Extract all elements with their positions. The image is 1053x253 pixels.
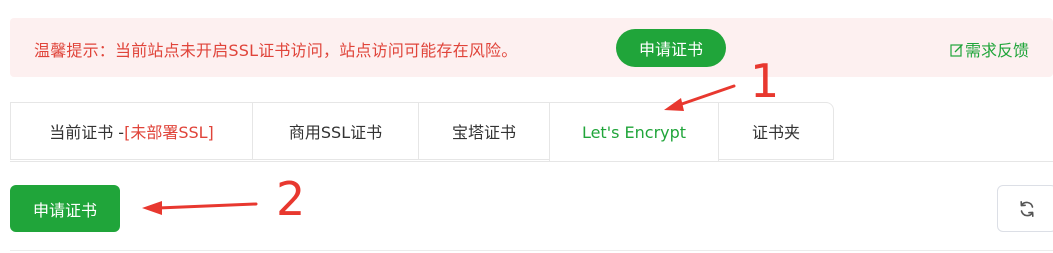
tab-label: 商用SSL证书 [288,123,383,142]
tab-label: 证书夹 [751,123,800,142]
tab-label: 当前证书 - [49,123,125,142]
annotation-step-2: 2 [276,172,306,226]
annotation-step-1: 1 [750,54,780,108]
tab-lets-encrypt[interactable]: Let's Encrypt [549,102,719,162]
tab-commercial-ssl[interactable]: 商用SSL证书 [252,102,419,160]
tabs-divider [10,161,1053,162]
tab-label: Let's Encrypt [581,122,687,142]
ssl-warning-banner: 温馨提示：当前站点未开启SSL证书访问，站点访问可能存在风险。 申请证书 需求反… [10,18,1053,77]
banner-message: 温馨提示：当前站点未开启SSL证书访问，站点访问可能存在风险。 [34,41,518,60]
tab-baota-certificate[interactable]: 宝塔证书 [418,102,550,160]
refresh-icon [1020,200,1034,217]
tab-current-certificate[interactable]: 当前证书 - [未部署SSL] [10,102,253,160]
banner-apply-certificate-button[interactable]: 申请证书 [616,29,726,67]
tab-certificate-folder[interactable]: 证书夹 [718,102,834,160]
tab-label: 宝塔证书 [451,123,516,142]
apply-certificate-button[interactable]: 申请证书 [10,185,120,232]
annotation-arrow-2 [142,201,258,215]
feedback-link[interactable]: 需求反馈 [950,37,1029,61]
tab-status-undeployed: [未部署SSL] [124,123,214,142]
refresh-button[interactable] [997,185,1053,232]
content-divider [10,250,1053,251]
ssl-panel: 温馨提示：当前站点未开启SSL证书访问，站点访问可能存在风险。 申请证书 需求反… [0,0,1053,253]
edit-icon [950,44,963,57]
feedback-label: 需求反馈 [965,41,1030,60]
